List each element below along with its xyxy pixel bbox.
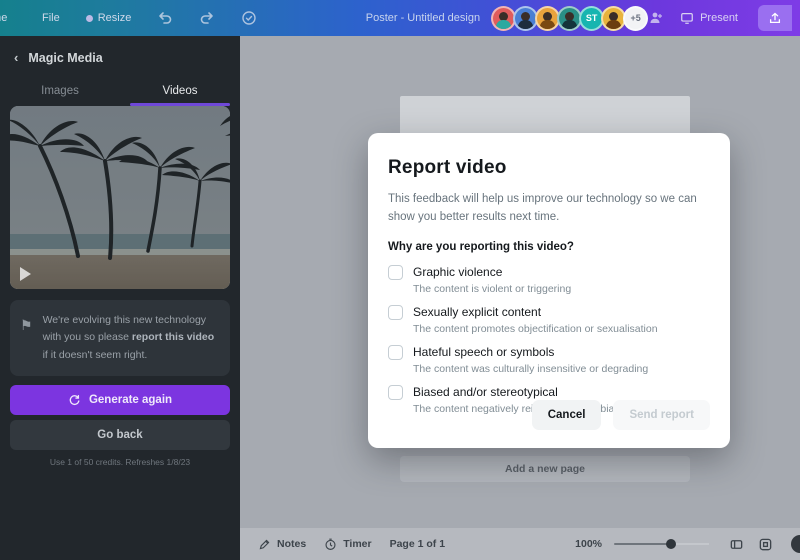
collaborator-icon[interactable] xyxy=(648,10,664,26)
option-hateful-speech: Hateful speech or symbols The content wa… xyxy=(388,344,710,375)
zoom-level[interactable]: 100% xyxy=(575,538,602,550)
top-toolbar: Home File Resize Poster - Untitled desig… xyxy=(0,0,800,36)
notice-text: We're evolving this new technology with … xyxy=(42,314,215,361)
notes-button[interactable]: Notes xyxy=(258,538,306,551)
timer-icon xyxy=(325,538,336,550)
option-label: Hateful speech or symbols xyxy=(413,345,555,360)
report-this-video-link[interactable]: report this video xyxy=(132,331,214,343)
option-label: Sexually explicit content xyxy=(413,305,542,320)
upload-icon xyxy=(769,12,781,24)
option-row[interactable]: Biased and/or stereotypical xyxy=(388,384,710,400)
checkbox-biased-stereotypical[interactable] xyxy=(388,384,403,400)
evolving-tech-notice: ⚑ We're evolving this new technology wit… xyxy=(10,300,230,376)
generate-again-label: Generate again xyxy=(88,394,173,406)
checkbox-hateful-speech[interactable] xyxy=(388,344,403,360)
add-new-page-button[interactable]: Add a new page xyxy=(400,456,690,482)
present-button[interactable]: Present xyxy=(680,11,738,25)
option-description: The content was culturally insensitive o… xyxy=(413,362,649,375)
zoom-slider[interactable] xyxy=(614,539,709,549)
back-chevron-icon[interactable]: ‹ xyxy=(14,50,18,65)
page-indicator[interactable]: Page 1 of 1 xyxy=(390,538,445,550)
go-back-button[interactable]: Go back xyxy=(10,420,230,450)
monitor-icon xyxy=(681,13,693,24)
tab-videos[interactable]: Videos xyxy=(120,77,240,106)
report-video-dialog: Report video This feedback will help us … xyxy=(368,133,730,448)
status-bar: Notes Timer Page 1 of 1 100% xyxy=(240,528,800,560)
pro-crown-icon xyxy=(85,14,93,22)
dialog-title: Report video xyxy=(388,157,507,178)
option-label: Graphic violence xyxy=(413,265,503,280)
flag-icon: ⚑ xyxy=(20,317,33,333)
credits-note: Use 1 of 50 credits. Refreshes 1/8/23 xyxy=(49,457,191,467)
file-menu[interactable]: File xyxy=(42,12,60,24)
magic-media-panel: ‹ Magic Media Images Videos ⚑ We're evol… xyxy=(0,36,240,560)
resize-menu[interactable]: Resize xyxy=(85,12,132,24)
cancel-button[interactable]: Cancel xyxy=(531,400,602,430)
option-row[interactable]: Hateful speech or symbols xyxy=(388,344,710,360)
resize-label: Resize xyxy=(97,12,132,24)
notes-icon xyxy=(259,539,270,549)
redo-icon[interactable] xyxy=(199,10,215,26)
fullscreen-icon[interactable] xyxy=(758,537,773,552)
checkbox-graphic-violence[interactable] xyxy=(388,264,403,280)
play-icon[interactable] xyxy=(20,267,31,281)
panel-title: Magic Media xyxy=(28,50,103,65)
tab-images[interactable]: Images xyxy=(0,77,120,106)
collaborator-avatars: ST +5 xyxy=(491,5,649,31)
option-row[interactable]: Graphic violence xyxy=(388,264,710,280)
zoom-slider-knob[interactable] xyxy=(666,539,676,549)
option-graphic-violence: Graphic violence The content is violent … xyxy=(388,264,710,295)
undo-icon[interactable] xyxy=(157,10,173,26)
help-button[interactable] xyxy=(791,535,800,553)
document-title[interactable]: Poster - Untitled design xyxy=(366,12,480,24)
grid-view-icon[interactable] xyxy=(729,537,744,552)
generate-again-button[interactable]: Generate again xyxy=(10,385,230,415)
option-label: Biased and/or stereotypical xyxy=(413,385,558,400)
checkbox-sexually-explicit[interactable] xyxy=(388,304,403,320)
dialog-question: Why are you reporting this video? xyxy=(388,240,574,253)
notes-label: Notes xyxy=(277,538,307,550)
timer-button[interactable]: Timer xyxy=(324,538,372,551)
refresh-icon xyxy=(69,394,80,405)
timer-label: Timer xyxy=(343,538,372,550)
send-report-button[interactable]: Send report xyxy=(613,400,710,430)
option-description: The content is violent or triggering xyxy=(413,282,572,295)
generated-video-thumbnail[interactable] xyxy=(10,106,230,289)
home-menu[interactable]: Home xyxy=(0,12,16,24)
dialog-description: This feedback will help us improve our t… xyxy=(388,193,697,223)
present-label: Present xyxy=(700,12,738,24)
option-description: The content promotes objectification or … xyxy=(413,322,658,335)
option-row[interactable]: Sexually explicit content xyxy=(388,304,710,320)
share-button[interactable] xyxy=(758,5,792,31)
option-sexually-explicit: Sexually explicit content The content pr… xyxy=(388,304,710,335)
avatar-overflow-badge[interactable]: +5 xyxy=(623,5,649,31)
cloud-saved-icon xyxy=(241,10,257,26)
